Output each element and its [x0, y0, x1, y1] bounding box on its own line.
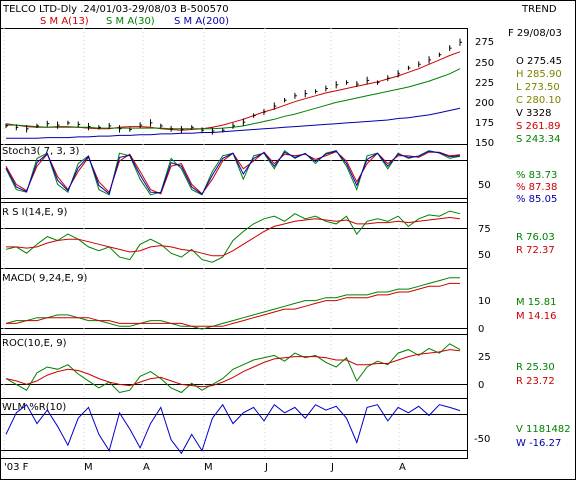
wlm-v-value: V 1181482 — [516, 424, 571, 435]
stoch-d-value: % 87.38 — [516, 182, 557, 193]
price-ytick: 175 — [475, 118, 494, 129]
quote-low: L 273.50 — [516, 82, 560, 93]
month-label: A — [399, 462, 406, 473]
quote-sma-red: S 261.89 — [516, 121, 561, 132]
month-label: J — [264, 462, 268, 473]
rsi-ytick: 50 — [478, 250, 491, 261]
sma13-legend: S M A(13) — [40, 16, 89, 27]
sma200-legend: S M A(200) — [174, 16, 229, 27]
month-label: '03 F — [4, 462, 29, 473]
roc-value-1: R 25.30 — [516, 362, 555, 373]
stoch-label: Stoch3( 7, 3, 3) — [2, 146, 79, 157]
month-label: M — [204, 462, 213, 473]
macd-value-1: M 15.81 — [516, 297, 556, 308]
month-label: M — [84, 462, 93, 473]
quote-open: O 275.45 — [516, 56, 562, 67]
quote-high: H 285.90 — [516, 69, 562, 80]
price-ytick: 275 — [475, 37, 494, 48]
month-label: J — [330, 462, 334, 473]
month-label: A — [143, 462, 150, 473]
quote-volume: V 3328 — [516, 108, 551, 119]
quote-close: C 280.10 — [516, 95, 561, 106]
wlm-w-value: W -16.27 — [516, 438, 561, 449]
price-ytick: 225 — [475, 78, 494, 89]
rsi-value-1: R 76.03 — [516, 232, 555, 243]
trend-label: TREND — [521, 4, 557, 15]
chart-border — [0, 0, 576, 480]
quote-date: F 29/08/03 — [508, 28, 562, 39]
macd-value-2: M 14.16 — [516, 311, 556, 322]
macd-label: MACD( 9,24,E, 9) — [2, 273, 88, 284]
roc-value-2: R 23.72 — [516, 376, 555, 387]
price-ytick: 250 — [475, 58, 494, 69]
price-ytick: 150 — [475, 138, 494, 149]
macd-ytick: 10 — [478, 296, 491, 307]
rsi-ytick: 75 — [478, 224, 491, 235]
stoch-ytick: 50 — [478, 180, 491, 191]
rsi-value-2: R 72.37 — [516, 245, 555, 256]
wlm-ytick: -50 — [474, 434, 490, 445]
roc-ytick: 0 — [478, 380, 484, 391]
macd-ytick: 0 — [478, 324, 484, 335]
stoch-blue-value: % 85.05 — [516, 194, 557, 205]
wlm-label: WLM %R(10) — [2, 402, 66, 413]
stoch-k-value: % 83.73 — [516, 170, 557, 181]
quote-sma-green: S 243.34 — [516, 134, 561, 145]
roc-label: ROC(10,E, 9) — [2, 338, 67, 349]
roc-ytick: 25 — [478, 352, 491, 363]
technical-chart: TELCO LTD-Dly .24/01/03-29/08/03 B-50057… — [0, 0, 576, 480]
rsi-label: R S I(14,E, 9) — [2, 207, 67, 218]
sma30-legend: S M A(30) — [106, 16, 155, 27]
price-ytick: 200 — [475, 98, 494, 109]
chart-title: TELCO LTD-Dly .24/01/03-29/08/03 B-50057… — [2, 4, 229, 15]
